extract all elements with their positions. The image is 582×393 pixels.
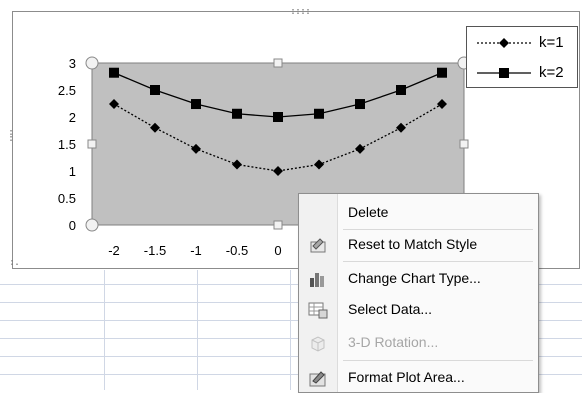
- x-tick-label: -1.5: [144, 243, 166, 258]
- y-tick-label: 3: [69, 56, 76, 71]
- data-point-square: [273, 112, 283, 122]
- chart-legend[interactable]: k=1 k=2: [466, 26, 578, 88]
- selection-handle[interactable]: [273, 58, 283, 68]
- legend-item-k2: k=2: [467, 63, 579, 83]
- menu-item-delete-label: Delete: [348, 204, 389, 220]
- menu-item-reset-style[interactable]: Reset to Match Style: [299, 230, 538, 260]
- data-point-square: [355, 99, 365, 110]
- menu-item-change-chart-type-label: Change Chart Type...: [348, 270, 481, 286]
- y-tick-label: 1.5: [58, 137, 76, 152]
- menu-item-change-chart-type[interactable]: Change Chart Type...: [299, 264, 538, 294]
- menu-separator: [343, 261, 533, 262]
- format-plot-area-icon: [309, 371, 326, 387]
- data-point-square: [232, 108, 242, 119]
- selection-handle[interactable]: [85, 56, 99, 70]
- y-tick-label: 0.5: [58, 191, 76, 206]
- legend-marker-square: [477, 68, 531, 78]
- chart-type-icon: [310, 273, 324, 287]
- x-tick-label: -1: [190, 243, 202, 258]
- legend-marker-diamond: [477, 38, 531, 48]
- y-tick-label: 2: [69, 110, 76, 125]
- selection-handle[interactable]: [85, 218, 99, 232]
- selection-handle[interactable]: [87, 139, 97, 149]
- menu-item-reset-style-label: Reset to Match Style: [348, 236, 478, 252]
- menu-item-format-plot-area-label: Format Plot Area...: [348, 369, 465, 385]
- menu-item-select-data[interactable]: Select Data...: [299, 295, 538, 325]
- data-point-square: [437, 67, 447, 78]
- chart-corner-handle[interactable]: :.: [9, 258, 20, 268]
- data-point-square: [109, 67, 119, 78]
- menu-separator: [343, 360, 533, 361]
- data-point-square: [396, 85, 406, 95]
- x-tick-label: -2: [108, 243, 120, 258]
- select-data-icon: [308, 302, 328, 319]
- data-point-square: [150, 85, 160, 95]
- x-tick-label: 0: [274, 243, 281, 258]
- selection-handle[interactable]: [273, 220, 283, 230]
- chart-left-handle[interactable]: ::: [8, 128, 14, 144]
- chart-top-handle[interactable]: ::::: [290, 7, 311, 17]
- legend-label-k1: k=1: [539, 34, 564, 51]
- y-tick-label: 1: [69, 164, 76, 179]
- legend-label-k2: k=2: [539, 64, 564, 81]
- legend-item-k1: k=1: [467, 33, 579, 53]
- y-tick-label: 0: [69, 218, 76, 233]
- menu-item-select-data-label: Select Data...: [348, 301, 433, 317]
- data-point-square: [191, 99, 201, 110]
- y-tick-label: 2.5: [58, 83, 76, 98]
- rotation-3d-icon: [311, 336, 325, 352]
- context-menu: Delete Reset to Match Style Change Chart…: [298, 193, 539, 393]
- menu-item-3d-rotation-label: 3-D Rotation...: [348, 334, 439, 350]
- data-point-square: [314, 108, 324, 119]
- reset-style-icon: [310, 238, 326, 253]
- selection-handle[interactable]: [459, 139, 469, 149]
- menu-item-delete[interactable]: Delete: [299, 198, 538, 228]
- menu-item-3d-rotation[interactable]: 3-D Rotation...: [299, 328, 538, 358]
- menu-item-format-plot-area[interactable]: Format Plot Area...: [299, 363, 538, 393]
- x-tick-label: -0.5: [226, 243, 248, 258]
